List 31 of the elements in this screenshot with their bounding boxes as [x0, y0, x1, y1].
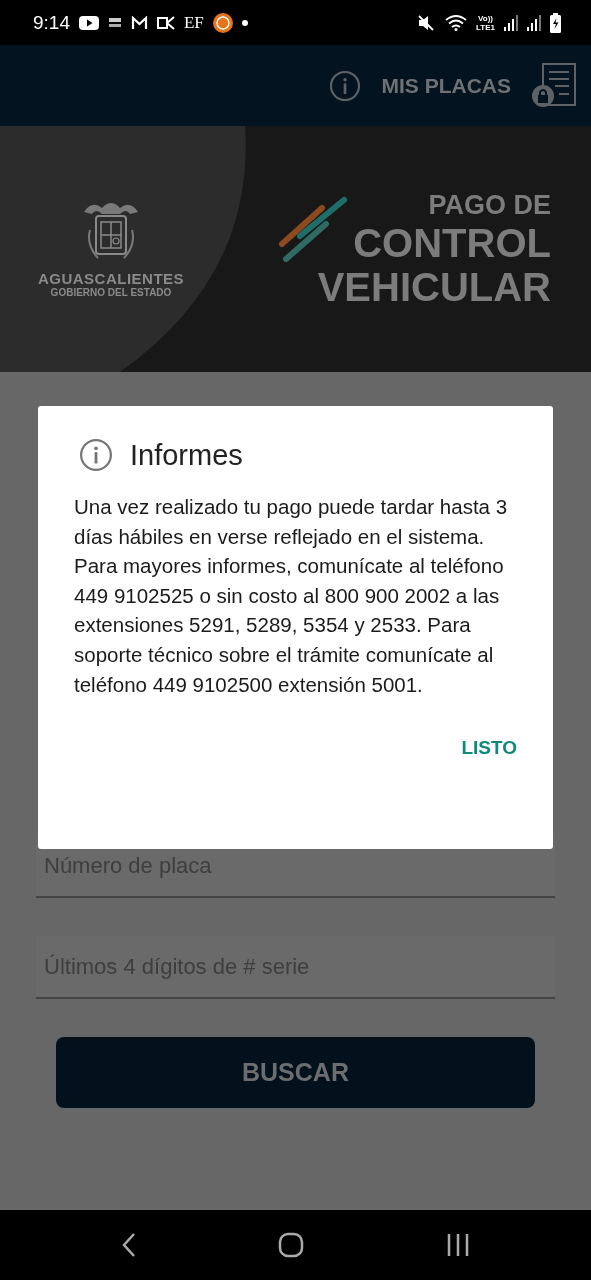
banner-title-line: PAGO DE	[428, 191, 551, 219]
battery-charging-icon	[550, 12, 561, 33]
wifi-icon	[445, 14, 468, 31]
mail-icon	[131, 15, 148, 30]
banner-title-line: VEHICULAR	[317, 266, 551, 307]
done-button[interactable]: LISTO	[461, 733, 517, 764]
info-icon[interactable]	[329, 69, 362, 102]
dot-icon	[241, 19, 248, 26]
banner-title-line: CONTROL	[353, 222, 551, 263]
signal-icon	[504, 14, 518, 31]
my-plates-link[interactable]: MIS PLACAS	[381, 73, 511, 98]
news-icon	[108, 16, 122, 29]
network-label: LTE1	[476, 22, 495, 32]
state-name: AGUASCALIENTES	[37, 270, 185, 287]
stripes-icon	[277, 195, 348, 264]
government-subtitle: GOBIERNO DEL ESTADO	[50, 287, 172, 298]
home-icon[interactable]	[278, 1232, 305, 1258]
clock: 9:14	[33, 11, 70, 34]
play-icon	[79, 15, 99, 30]
network-label: Vo))	[478, 13, 493, 23]
locked-document-icon[interactable]	[531, 62, 579, 109]
app-icon	[157, 15, 175, 30]
dialog-message: Una vez realizado tu pago puede tardar hasta 3 días hábiles en verse reflejado en el sistema. Para mayores informes, comunícate al teléfono 449 9102525 o sin costo al 800 900 2002 a las extensiones 5291, 5289, 5354 y 2533. Para soporte técnico sobre el trámite comunícate al teléfono 449 9102500 extensión 5001.	[74, 494, 509, 698]
info-icon	[79, 438, 113, 472]
dialog-title: Informes	[130, 438, 243, 472]
recent-apps-icon[interactable]	[446, 1233, 471, 1257]
signal-icon	[527, 14, 541, 31]
carrier-mark: EF	[184, 12, 204, 33]
search-button[interactable]: BUSCAR	[56, 1037, 535, 1108]
app-icon	[212, 12, 233, 33]
back-icon[interactable]	[120, 1232, 137, 1258]
